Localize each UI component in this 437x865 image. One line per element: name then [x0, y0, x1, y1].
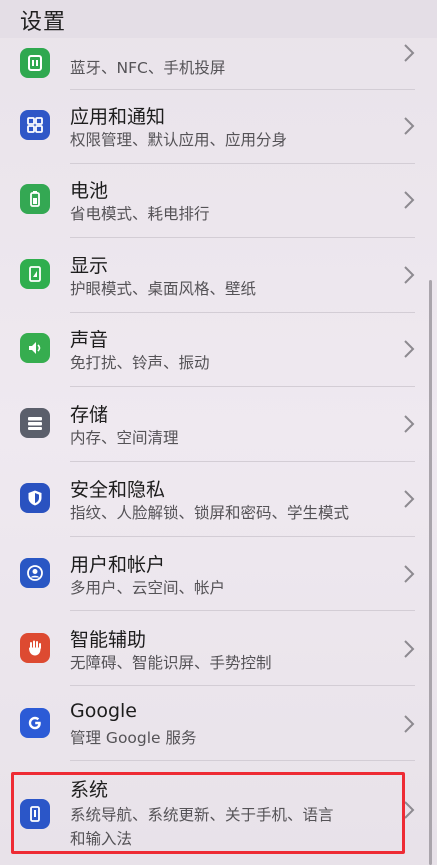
chevron-right-icon [404, 715, 415, 733]
settings-item-title: 存储 [70, 404, 109, 426]
settings-item-title: 安全和隐私 [70, 479, 166, 501]
google-icon [20, 708, 50, 738]
settings-item-subtitle: 省电模式、耗电排行 [70, 205, 210, 223]
shield-icon [20, 483, 50, 513]
settings-item-subtitle: 多用户、云空间、帐户 [70, 579, 226, 597]
settings-item-accounts[interactable]: 用户和帐户 多用户、云空间、帐户 [0, 537, 437, 611]
hand-icon [20, 633, 50, 663]
settings-item-title: 显示 [70, 255, 109, 277]
chevron-right-icon [404, 565, 415, 583]
chevron-right-icon [404, 340, 415, 358]
user-account-icon [20, 558, 50, 588]
settings-item-subtitle: 内存、空间清理 [70, 429, 179, 447]
chevron-right-icon [404, 191, 415, 209]
settings-item-apps[interactable]: 应用和通知 权限管理、默认应用、应用分身 [0, 90, 437, 164]
chevron-right-icon [404, 117, 415, 135]
settings-item-subtitle-line2: 和输入法 [70, 830, 133, 848]
settings-item-battery[interactable]: 电池 省电模式、耗电排行 [0, 164, 437, 238]
chevron-right-icon [404, 490, 415, 508]
chevron-right-icon [404, 640, 415, 658]
settings-item-accessibility[interactable]: 智能辅助 无障碍、智能识屏、手势控制 [0, 611, 437, 685]
settings-list[interactable]: 蓝牙、NFC、手机投屏 应用和通知 权限管理、默认应用、应用分身 电池 省电模式… [0, 0, 437, 865]
settings-item-title: 声音 [70, 329, 109, 351]
app-header: 设置 [0, 0, 437, 38]
chevron-right-icon [404, 44, 415, 62]
settings-item-title: 用户和帐户 [70, 554, 166, 576]
system-phone-icon [20, 799, 50, 829]
settings-item-subtitle: 免打扰、铃声、振动 [70, 354, 210, 372]
settings-item-subtitle: 系统导航、系统更新、关于手机、语言 [70, 806, 334, 824]
settings-item-sound[interactable]: 声音 免打扰、铃声、振动 [0, 313, 437, 387]
settings-item-title: 应用和通知 [70, 106, 166, 128]
settings-item-subtitle: 指纹、人脸解锁、锁屏和密码、学生模式 [70, 504, 350, 522]
display-icon [20, 259, 50, 289]
settings-item-title: 电池 [70, 180, 109, 202]
settings-item-title: 智能辅助 [70, 629, 147, 651]
settings-item-storage[interactable]: 存储 内存、空间清理 [0, 387, 437, 461]
chevron-right-icon [404, 801, 415, 819]
settings-item-system[interactable]: 系统 系统导航、系统更新、关于手机、语言 和输入法 [0, 761, 437, 865]
settings-item-title: Google [70, 700, 138, 722]
settings-item-subtitle: 权限管理、默认应用、应用分身 [70, 131, 288, 149]
settings-item-security[interactable]: 安全和隐私 指纹、人脸解锁、锁屏和密码、学生模式 [0, 462, 437, 536]
speaker-icon [20, 333, 50, 363]
battery-icon [20, 184, 50, 214]
page-title: 设置 [20, 10, 67, 35]
apps-grid-icon [20, 110, 50, 140]
storage-icon [20, 408, 50, 438]
settings-item-subtitle: 无障碍、智能识屏、手势控制 [70, 654, 272, 672]
settings-screen: 蓝牙、NFC、手机投屏 应用和通知 权限管理、默认应用、应用分身 电池 省电模式… [0, 0, 437, 865]
scrollbar[interactable] [429, 280, 432, 865]
settings-item-display[interactable]: 显示 护眼模式、桌面风格、壁纸 [0, 238, 437, 312]
settings-item-title: 系统 [70, 779, 109, 801]
device-connection-icon [20, 48, 50, 78]
settings-item-subtitle: 蓝牙、NFC、手机投屏 [70, 59, 226, 77]
settings-item-subtitle: 护眼模式、桌面风格、壁纸 [70, 280, 257, 298]
settings-item-google[interactable]: Google 管理 Google 服务 [0, 686, 437, 760]
settings-item-subtitle: 管理 Google 服务 [70, 729, 197, 747]
chevron-right-icon [404, 266, 415, 284]
chevron-right-icon [404, 415, 415, 433]
